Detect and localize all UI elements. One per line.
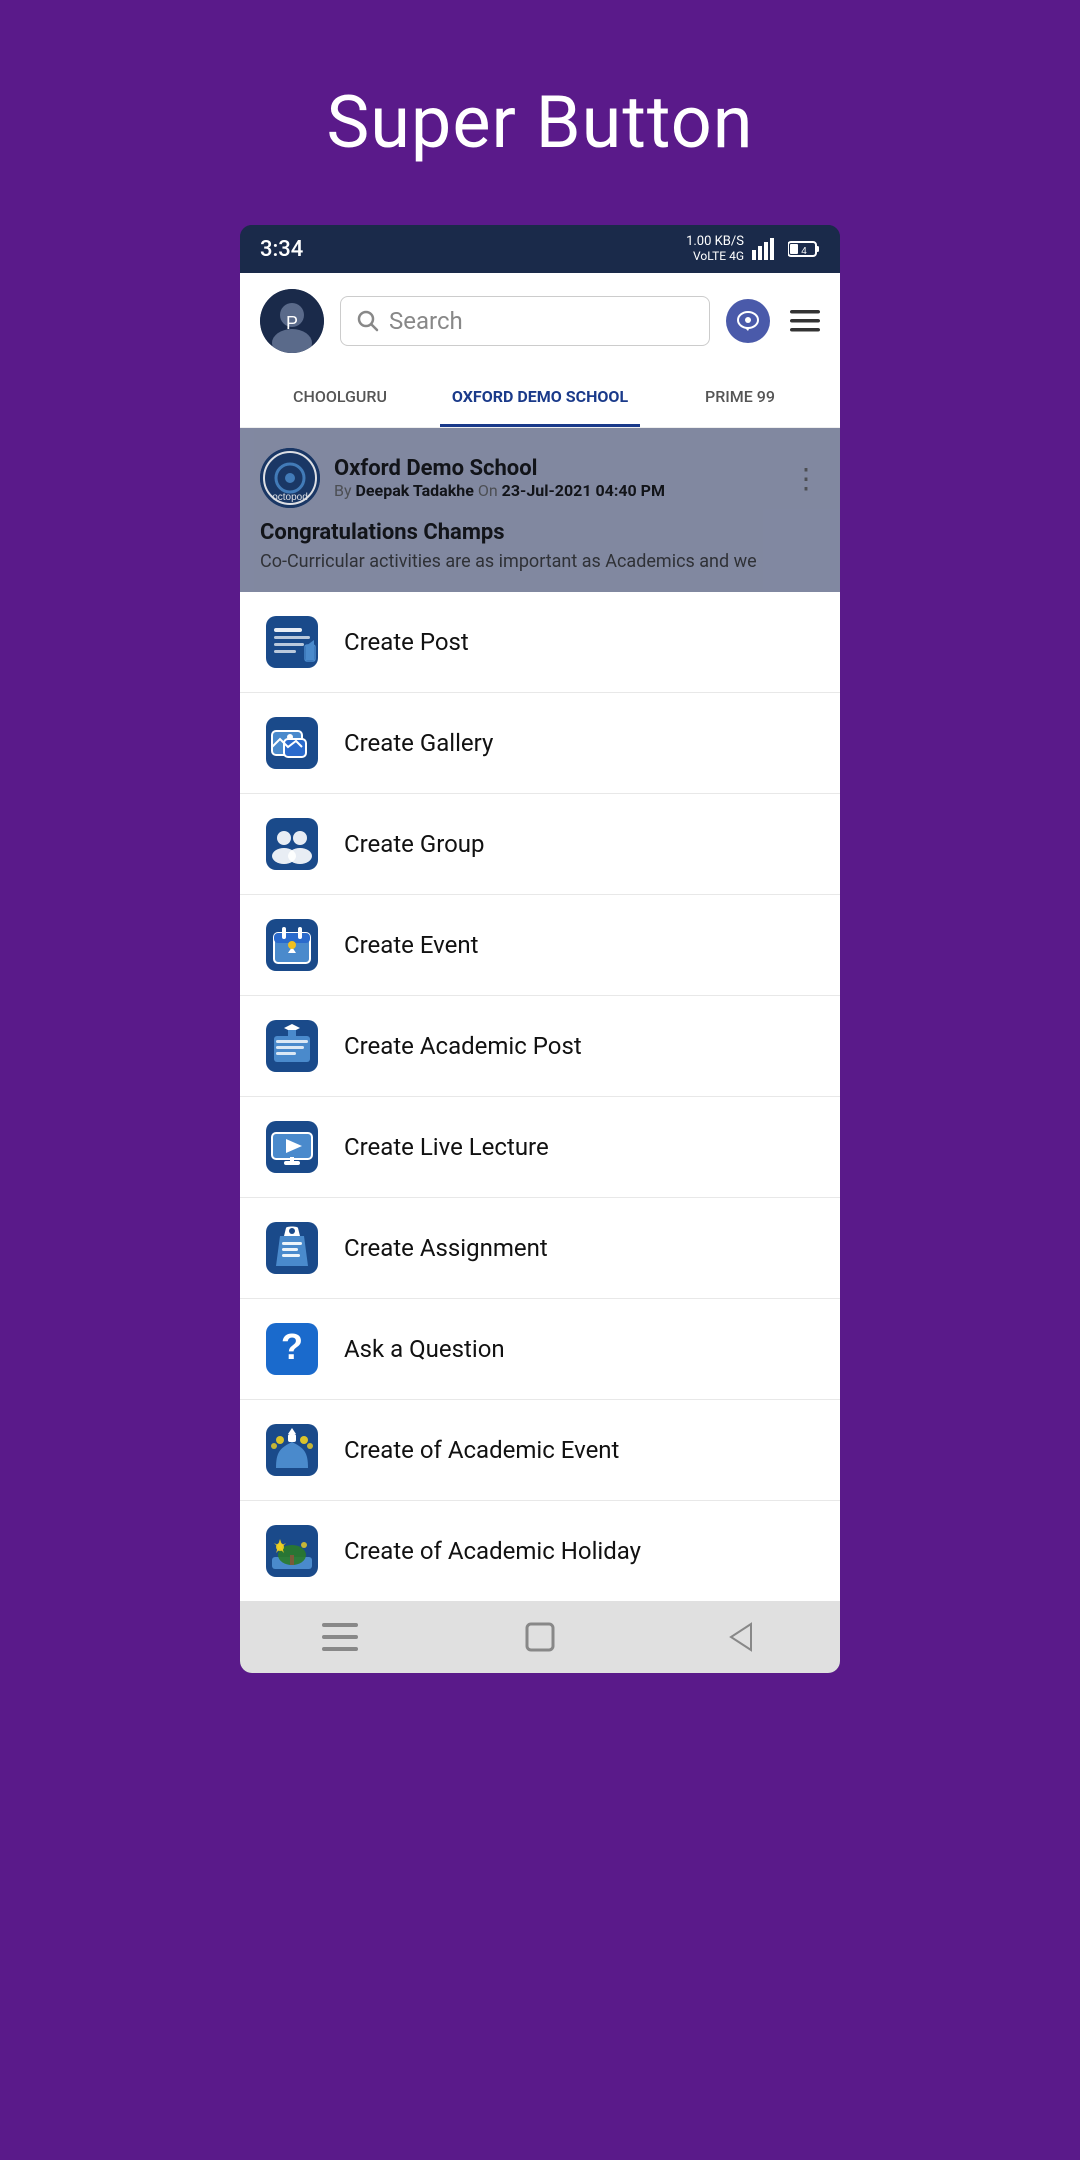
menu-item-create-academic-post[interactable]: Create Academic Post (240, 996, 840, 1097)
create-live-lecture-label: Create Live Lecture (344, 1133, 549, 1161)
avatar: P (260, 289, 324, 353)
svg-text:octopod: octopod (272, 492, 308, 503)
header-icons (726, 299, 820, 343)
search-magnifier-icon (357, 310, 379, 332)
create-gallery-icon (264, 715, 320, 771)
post-body: Co-Curricular activities are as importan… (260, 551, 820, 572)
signal-icon (752, 238, 780, 260)
page-title-label: Super Button (326, 80, 753, 165)
create-assignment-label: Create Assignment (344, 1234, 548, 1262)
status-time: 3:34 (260, 237, 303, 262)
bottom-nav-menu-button[interactable] (318, 1615, 362, 1659)
create-academic-event-label: Create of Academic Event (344, 1436, 619, 1464)
menu-item-create-academic-event[interactable]: Create of Academic Event (240, 1400, 840, 1501)
status-icons: 1.00 KB/S VoLTE 4G 4 (686, 235, 820, 262)
post-more-icon[interactable]: ⋮ (792, 462, 820, 495)
create-gallery-label: Create Gallery (344, 729, 493, 757)
message-icon[interactable] (726, 299, 770, 343)
post-title: Congratulations Champs (260, 520, 820, 545)
create-event-icon (264, 917, 320, 973)
tab-oxford-demo-school[interactable]: OXFORD DEMO SCHOOL (440, 369, 640, 427)
search-placeholder-text: Search (389, 307, 463, 335)
menu-list: Create Post Create Gallery (240, 592, 840, 1601)
tabs-bar: CHOOLGURU OXFORD DEMO SCHOOL PRIME 99 (240, 369, 840, 428)
menu-item-create-group[interactable]: Create Group (240, 794, 840, 895)
tab-prime99[interactable]: PRIME 99 (640, 369, 840, 427)
create-post-icon (264, 614, 320, 670)
post-header: octopod Oxford Demo School By Deepak Tad… (260, 448, 820, 508)
menu-item-create-gallery[interactable]: Create Gallery (240, 693, 840, 794)
menu-item-create-post[interactable]: Create Post (240, 592, 840, 693)
create-assignment-icon (264, 1220, 320, 1276)
create-academic-event-icon (264, 1422, 320, 1478)
phone-frame: 3:34 1.00 KB/S VoLTE 4G 4 P (240, 225, 840, 1673)
svg-text:4: 4 (801, 246, 807, 257)
bottom-nav (240, 1601, 840, 1673)
menu-item-create-academic-holiday[interactable]: Create of Academic Holiday (240, 1501, 840, 1601)
ask-question-icon: ? (264, 1321, 320, 1377)
search-bar[interactable]: Search (340, 296, 710, 346)
svg-text:?: ? (281, 1326, 303, 1367)
create-group-label: Create Group (344, 830, 484, 858)
create-academic-holiday-label: Create of Academic Holiday (344, 1537, 641, 1565)
post-school-name: Oxford Demo School (334, 456, 778, 481)
hamburger-icon[interactable] (790, 310, 820, 332)
post-info: Oxford Demo School By Deepak Tadakhe On … (334, 456, 778, 500)
create-event-label: Create Event (344, 931, 478, 959)
tab-choolguru[interactable]: CHOOLGURU (240, 369, 440, 427)
create-academic-post-icon (264, 1018, 320, 1074)
svg-text:P: P (286, 313, 298, 333)
ask-question-label: Ask a Question (344, 1335, 505, 1363)
status-bar: 3:34 1.00 KB/S VoLTE 4G 4 (240, 225, 840, 273)
battery-icon: 4 (788, 240, 820, 258)
create-academic-post-label: Create Academic Post (344, 1032, 582, 1060)
post-preview: octopod Oxford Demo School By Deepak Tad… (240, 428, 840, 592)
bottom-nav-back-button[interactable] (718, 1615, 762, 1659)
network-speed-icon: 1.00 KB/S VoLTE 4G (686, 235, 744, 262)
create-academic-holiday-icon (264, 1523, 320, 1579)
create-post-label: Create Post (344, 628, 469, 656)
menu-item-create-event[interactable]: Create Event (240, 895, 840, 996)
create-group-icon (264, 816, 320, 872)
app-header: P Search (240, 273, 840, 369)
create-live-lecture-icon (264, 1119, 320, 1175)
menu-item-create-live-lecture[interactable]: Create Live Lecture (240, 1097, 840, 1198)
bottom-nav-home-button[interactable] (518, 1615, 562, 1659)
menu-item-ask-question[interactable]: ? Ask a Question (240, 1299, 840, 1400)
post-meta: By Deepak Tadakhe On 23-Jul-2021 04:40 P… (334, 481, 778, 500)
menu-item-create-assignment[interactable]: Create Assignment (240, 1198, 840, 1299)
post-school-avatar: octopod (260, 448, 320, 508)
